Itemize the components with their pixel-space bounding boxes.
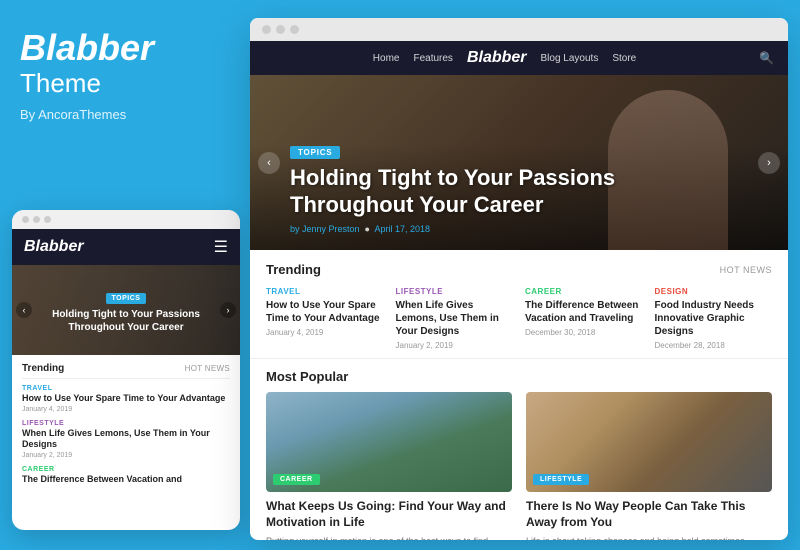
- desktop-mockup: Home Features Blabber Blog Layouts Store…: [250, 18, 788, 540]
- mobile-article-2: LIFESTYLE When Life Gives Lemons, Use Th…: [22, 420, 230, 459]
- desktop-topics-badge: TOPICS: [290, 146, 340, 159]
- desktop-trending-section: Trending HOT NEWS TRAVEL How to Use Your…: [250, 250, 788, 359]
- mobile-trending-label: Trending: [22, 363, 64, 374]
- desktop-trending-grid: TRAVEL How to Use Your Spare Time to You…: [266, 287, 772, 350]
- desktop-nav: Home Features Blabber Blog Layouts Store…: [250, 41, 788, 75]
- desktop-trending-1-title: How to Use Your Spare Time to Your Advan…: [266, 299, 384, 325]
- mobile-hero-title: Holding Tight to Your Passions Throughou…: [28, 308, 224, 334]
- mobile-hot-news: HOT NEWS: [185, 364, 230, 373]
- desktop-trending-2-cat: LIFESTYLE: [396, 287, 514, 296]
- desktop-trending-header: Trending HOT NEWS: [266, 262, 772, 277]
- desktop-titlebar: [250, 18, 788, 41]
- desktop-hero-title-line1: Holding Tight to Your Passions: [290, 165, 615, 190]
- desktop-trending-3-date: December 30, 2018: [525, 328, 643, 337]
- desktop-popular-2-image: LIFESTYLE: [526, 392, 772, 492]
- desktop-trending-item-2: LIFESTYLE When Life Gives Lemons, Use Th…: [396, 287, 514, 350]
- desktop-popular-item-2: LIFESTYLE There Is No Way People Can Tak…: [526, 392, 772, 540]
- desktop-nav-home[interactable]: Home: [373, 53, 400, 64]
- desktop-trending-2-date: January 2, 2019: [396, 341, 514, 350]
- desktop-nav-store[interactable]: Store: [612, 53, 636, 64]
- desktop-dot-3: [290, 25, 299, 34]
- desktop-popular-1-badge: CAREER: [273, 474, 320, 485]
- mobile-article-2-date: January 2, 2019: [22, 452, 230, 459]
- desktop-trending-1-date: January 4, 2019: [266, 328, 384, 337]
- desktop-hero-title-line2: Throughout Your Career: [290, 192, 543, 217]
- desktop-popular-section: Most Popular CAREER What Keeps Us Going:…: [250, 359, 788, 540]
- desktop-nav-blog-layouts[interactable]: Blog Layouts: [541, 53, 599, 64]
- desktop-popular-grid: CAREER What Keeps Us Going: Find Your Wa…: [266, 392, 772, 540]
- mobile-nav: Blabber ☰: [12, 229, 240, 265]
- desktop-trending-item-1: TRAVEL How to Use Your Spare Time to You…: [266, 287, 384, 350]
- mobile-article-3-title: The Difference Between Vacation and: [22, 474, 230, 486]
- mobile-dot-3: [44, 216, 51, 223]
- mobile-mockup: Blabber ☰ ‹ TOPICS Holding Tight to Your…: [12, 210, 240, 530]
- desktop-popular-label: Most Popular: [266, 369, 772, 384]
- desktop-hero-meta: by Jenny Preston ● April 17, 2018: [290, 224, 615, 234]
- mobile-trending-header: Trending HOT NEWS: [22, 363, 230, 379]
- desktop-dot-1: [262, 25, 271, 34]
- desktop-trending-2-title: When Life Gives Lemons, Use Them in Your…: [396, 299, 514, 338]
- mobile-logo: Blabber: [24, 238, 84, 256]
- desktop-prev-button[interactable]: ‹: [258, 152, 280, 174]
- mobile-article-3: CAREER The Difference Between Vacation a…: [22, 466, 230, 486]
- desktop-nav-items: Home Features Blabber Blog Layouts Store: [264, 49, 745, 67]
- desktop-dot-2: [276, 25, 285, 34]
- brand-bold: Blabber: [20, 27, 154, 68]
- mobile-trending-section: Trending HOT NEWS TRAVEL How to Use Your…: [12, 355, 240, 501]
- brand-name: Blabber Theme By AncoraThemes: [20, 30, 220, 122]
- brand-subtitle: Theme: [20, 68, 220, 99]
- mobile-prev-button[interactable]: ‹: [16, 302, 32, 318]
- desktop-popular-1-title: What Keeps Us Going: Find Your Way and M…: [266, 499, 512, 530]
- mobile-article-1-title: How to Use Your Spare Time to Your Advan…: [22, 393, 230, 405]
- mobile-topics-badge: TOPICS: [106, 293, 147, 304]
- desktop-trending-3-title: The Difference Between Vacation and Trav…: [525, 299, 643, 325]
- mobile-dot-2: [33, 216, 40, 223]
- desktop-hero-title: Holding Tight to Your Passions Throughou…: [290, 165, 615, 218]
- desktop-next-button[interactable]: ›: [758, 152, 780, 174]
- desktop-trending-4-title: Food Industry Needs Innovative Graphic D…: [655, 299, 773, 338]
- desktop-trending-4-date: December 28, 2018: [655, 341, 773, 350]
- desktop-hero: ‹ TOPICS Holding Tight to Your Passions …: [250, 75, 788, 250]
- mobile-article-2-category: LIFESTYLE: [22, 420, 230, 427]
- desktop-hot-news: HOT NEWS: [720, 265, 772, 275]
- desktop-trending-4-cat: DESIGN: [655, 287, 773, 296]
- desktop-popular-2-title: There Is No Way People Can Take This Awa…: [526, 499, 772, 530]
- desktop-nav-features[interactable]: Features: [413, 53, 452, 64]
- desktop-trending-1-cat: TRAVEL: [266, 287, 384, 296]
- mobile-article-3-category: CAREER: [22, 466, 230, 473]
- mobile-titlebar: [12, 210, 240, 229]
- mobile-dot-1: [22, 216, 29, 223]
- desktop-trending-item-4: DESIGN Food Industry Needs Innovative Gr…: [655, 287, 773, 350]
- desktop-search-icon[interactable]: 🔍: [759, 51, 774, 65]
- desktop-popular-2-desc: Life is about taking chances and being b…: [526, 535, 772, 540]
- desktop-nav-logo: Blabber: [467, 49, 527, 67]
- mobile-next-button[interactable]: ›: [220, 302, 236, 318]
- desktop-popular-item-1: CAREER What Keeps Us Going: Find Your Wa…: [266, 392, 512, 540]
- desktop-hero-date: April 17, 2018: [375, 224, 431, 234]
- mobile-article-1-category: TRAVEL: [22, 385, 230, 392]
- mobile-hero: ‹ TOPICS Holding Tight to Your Passions …: [12, 265, 240, 355]
- desktop-hero-author: by Jenny Preston: [290, 224, 360, 234]
- desktop-popular-1-image: CAREER: [266, 392, 512, 492]
- mobile-article-1: TRAVEL How to Use Your Spare Time to You…: [22, 385, 230, 413]
- desktop-trending-label: Trending: [266, 262, 321, 277]
- mobile-article-2-title: When Life Gives Lemons, Use Them in Your…: [22, 428, 230, 451]
- brand-by-line: By AncoraThemes: [20, 107, 220, 122]
- desktop-hero-content: TOPICS Holding Tight to Your Passions Th…: [250, 142, 645, 250]
- desktop-popular-1-desc: Putting yourself in motion is one of the…: [266, 535, 512, 540]
- desktop-trending-3-cat: CAREER: [525, 287, 643, 296]
- desktop-popular-2-badge: LIFESTYLE: [533, 474, 589, 485]
- mobile-hero-content: TOPICS Holding Tight to Your Passions Th…: [12, 287, 240, 334]
- desktop-trending-item-3: CAREER The Difference Between Vacation a…: [525, 287, 643, 350]
- mobile-article-1-date: January 4, 2019: [22, 406, 230, 413]
- mobile-hamburger-icon[interactable]: ☰: [214, 237, 228, 257]
